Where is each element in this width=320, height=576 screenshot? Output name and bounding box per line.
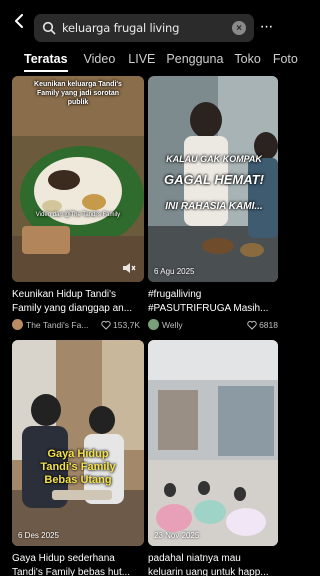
video-title[interactable]: padahal niatnya mau keluarin uang untuk … [148, 552, 278, 576]
tab-video[interactable]: Video [84, 52, 116, 66]
overlay-line: GAGAL HEMAT! [164, 172, 264, 187]
video-title-line: padahal niatnya mau [148, 553, 241, 564]
video-meta: The Tandi's Fa... 153,7K [12, 319, 144, 330]
like-count-value: 6818 [259, 319, 278, 330]
video-title[interactable]: #frugalliving #PASUTRIFRUGA Masih... [148, 288, 278, 316]
tab-foto[interactable]: Foto [273, 52, 298, 66]
video-thumbnail[interactable]: KALAU GAK KOMPAK GAGAL HEMAT! INI RAHASI… [148, 76, 278, 282]
avatar[interactable] [148, 319, 159, 330]
video-title-line: #frugalliving [148, 289, 202, 300]
overlay-line: Family yang jadi sorotan [36, 90, 120, 97]
thumbnail-caption: Video dari @The Tandi's Family [35, 212, 121, 218]
video-thumbnail[interactable]: Gaya Hidup Tandi's Family Bebas Utang 6 … [12, 340, 144, 546]
video-title-line: Tandi's Family bebas hut... [12, 567, 131, 576]
tab-toko[interactable]: Toko [234, 52, 260, 66]
video-title-line: Gaya Hidup sederhana [12, 553, 115, 564]
video-title-line: Keunikan Hidup Tandi's [12, 289, 117, 300]
heart-outline-icon [247, 320, 257, 330]
like-count: 153,7K [101, 320, 140, 330]
thumbnail-image [148, 340, 278, 546]
search-tabs: Teratas Video LIVE Pengguna Toko Foto [0, 46, 298, 72]
result-card[interactable]: Keunikan keluarga Tandi's Family yang ja… [12, 76, 144, 336]
tab-live[interactable]: LIVE [128, 52, 155, 66]
search-query[interactable]: keluarga frugal living [62, 21, 232, 35]
thumbnail-overlay-text: Gaya Hidup Tandi's Family Bebas Utang [20, 448, 136, 487]
heart-outline-icon [101, 320, 111, 330]
like-count: 6818 [247, 320, 278, 330]
result-card[interactable]: KALAU GAK KOMPAK GAGAL HEMAT! INI RAHASI… [148, 76, 278, 336]
post-date: 6 Des 2025 [18, 531, 59, 540]
video-title[interactable]: Keunikan Hidup Tandi's Family yang diang… [12, 288, 144, 316]
video-meta: Welly 6818 [148, 319, 278, 330]
result-card[interactable]: 23 Nov 2025 padahal niatnya mau keluarin… [148, 340, 278, 576]
author-name[interactable]: Welly [162, 320, 247, 330]
video-title-line: #PASUTRIFRUGA Masih... [148, 303, 269, 314]
video-title-line: Family yang dianggap an... [12, 303, 133, 314]
speaker-mute-icon[interactable] [122, 262, 136, 274]
overlay-line: publik [67, 99, 89, 106]
author-name[interactable]: The Tandi's Fa... [26, 320, 101, 330]
video-title[interactable]: Gaya Hidup sederhana Tandi's Family beba… [12, 552, 144, 576]
tab-pengguna[interactable]: Pengguna [166, 52, 223, 66]
overlay-line: INI RAHASIA KAMI... [165, 201, 263, 212]
thumbnail-image [12, 340, 144, 546]
video-thumbnail[interactable]: Keunikan keluarga Tandi's Family yang ja… [12, 76, 144, 282]
overlay-line: Bebas Utang [44, 474, 112, 486]
overlay-line: Gaya Hidup [47, 448, 109, 460]
result-card[interactable]: Gaya Hidup Tandi's Family Bebas Utang 6 … [12, 340, 144, 576]
avatar[interactable] [12, 319, 23, 330]
back-button[interactable] [6, 0, 32, 42]
search-icon [42, 21, 56, 35]
video-thumbnail[interactable]: 23 Nov 2025 [148, 340, 278, 546]
more-horizontal-icon[interactable]: ··· [258, 16, 274, 38]
close-circle-icon[interactable]: × [232, 21, 246, 35]
top-bar: keluarga frugal living × ··· [0, 0, 278, 42]
overlay-line: Tandi's Family [40, 461, 116, 473]
post-date: 23 Nov 2025 [154, 531, 200, 540]
search-input[interactable]: keluarga frugal living × [34, 14, 254, 42]
tab-teratas[interactable]: Teratas [24, 52, 68, 72]
video-title-line: keluarin uang untuk happ... [148, 567, 269, 576]
post-date: 6 Agu 2025 [154, 267, 195, 276]
overlay-line: KALAU GAK KOMPAK [166, 154, 262, 164]
thumbnail-overlay-text: Keunikan keluarga Tandi's Family yang ja… [16, 80, 140, 107]
like-count-value: 153,7K [113, 319, 140, 330]
overlay-line: Keunikan keluarga Tandi's [34, 81, 122, 88]
chevron-left-icon [15, 14, 23, 28]
thumbnail-overlay-text: KALAU GAK KOMPAK GAGAL HEMAT! INI RAHASI… [150, 154, 278, 212]
